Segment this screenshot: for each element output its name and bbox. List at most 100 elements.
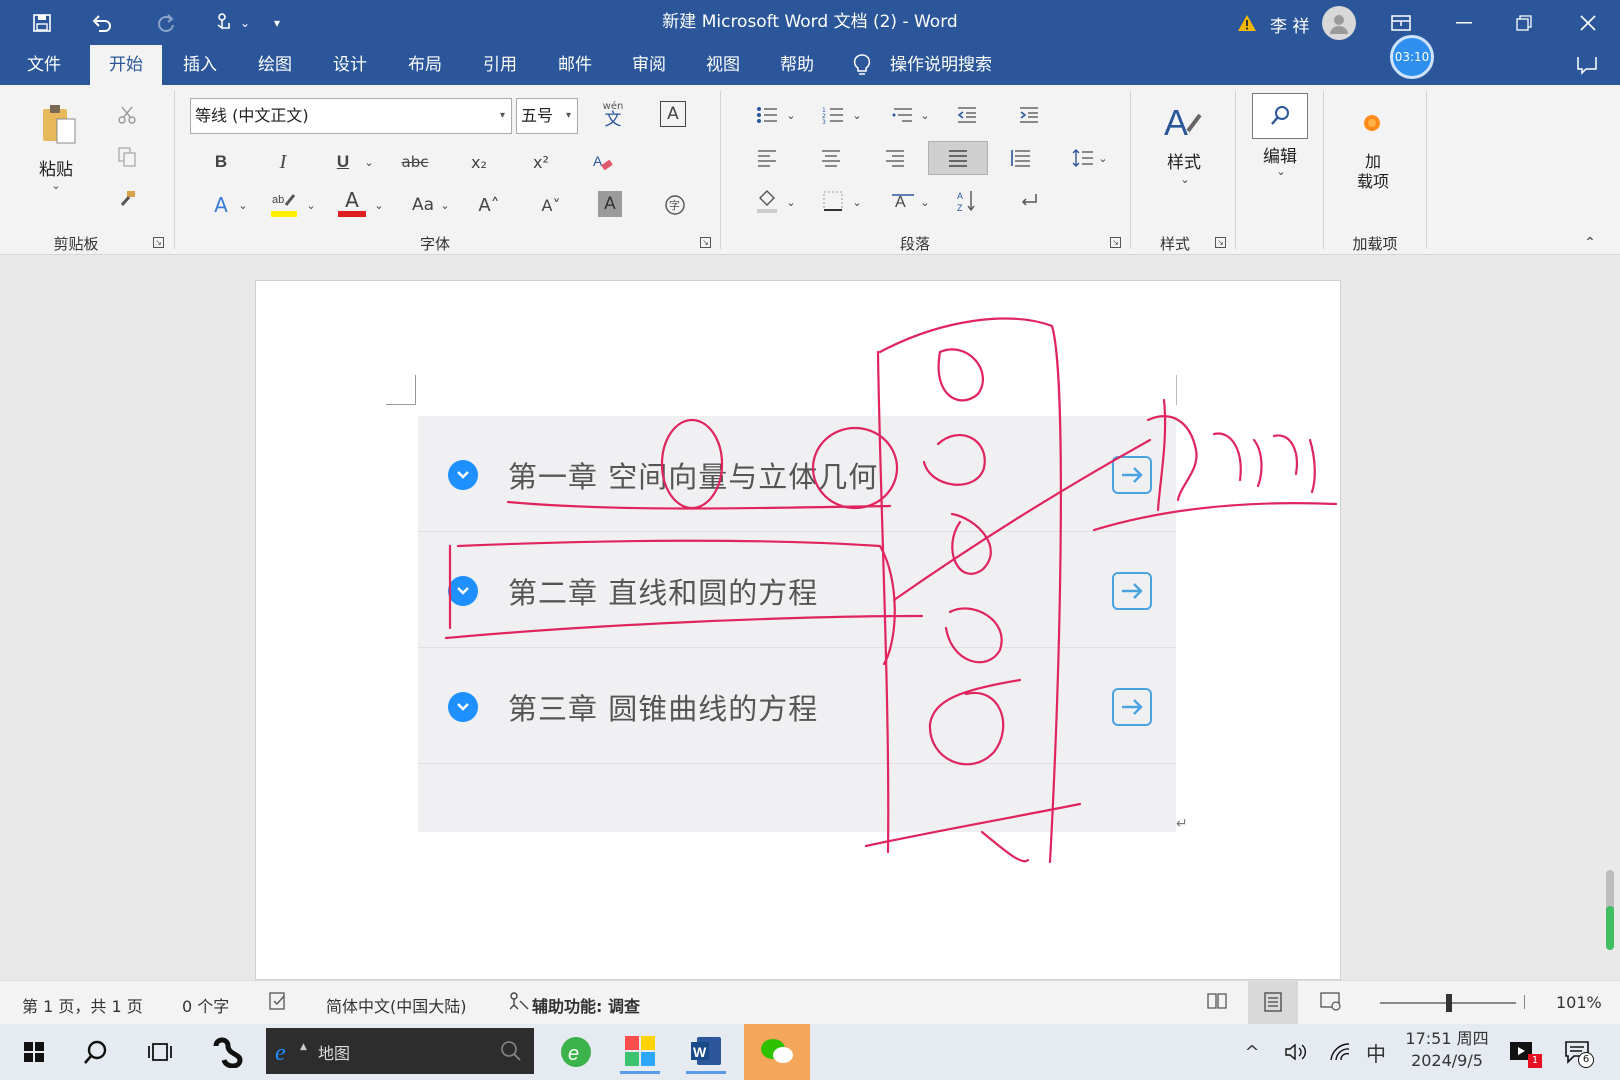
print-layout-button[interactable] (1248, 981, 1298, 1025)
multilevel-list-icon[interactable] (888, 101, 918, 129)
accessibility-status[interactable]: 辅助功能: 调查 (532, 993, 640, 1017)
tab-review[interactable]: 审阅 (614, 45, 684, 85)
app-s-icon[interactable] (208, 1030, 248, 1074)
tab-references[interactable]: 引用 (465, 45, 535, 85)
clock[interactable]: 17:51 周四 2024/9/5 (1402, 1028, 1492, 1072)
search-icon[interactable] (78, 1030, 114, 1074)
browser-search-text[interactable]: 地图 (318, 1040, 350, 1064)
notifications-icon[interactable]: 6 (1560, 1030, 1594, 1074)
chevron-down-icon[interactable]: ⌄ (236, 191, 250, 219)
align-right-icon[interactable] (880, 143, 910, 173)
grow-font-button[interactable]: A˄ (474, 189, 504, 221)
tab-design[interactable]: 设计 (315, 45, 385, 85)
chevron-down-icon[interactable]: ⌄ (304, 191, 318, 219)
tab-help[interactable]: 帮助 (762, 45, 832, 85)
web-layout-icon[interactable] (1320, 991, 1342, 1015)
close-icon[interactable] (1576, 8, 1600, 38)
comments-icon[interactable] (1576, 55, 1598, 79)
word-count[interactable]: 0 个字 (182, 993, 229, 1017)
task-view-icon[interactable] (142, 1030, 178, 1074)
warning-icon[interactable] (1236, 8, 1258, 38)
paragraph-launcher-icon[interactable]: ↘ (1110, 237, 1121, 248)
accessibility-icon[interactable] (508, 991, 530, 1015)
recording-timer[interactable]: 03:10 (1390, 35, 1434, 79)
video-app-icon[interactable]: 1 (1506, 1030, 1542, 1074)
tab-view[interactable]: 视图 (688, 45, 758, 85)
photos-app-icon[interactable] (620, 1030, 660, 1074)
zoom-slider-thumb[interactable] (1446, 994, 1452, 1012)
tell-me-search[interactable]: 操作说明搜索 (890, 45, 992, 85)
wifi-icon[interactable] (1326, 1030, 1354, 1074)
tab-home[interactable]: 开始 (90, 45, 162, 85)
chevron-down-icon[interactable]: ⌄ (1096, 145, 1110, 171)
ime-indicator[interactable]: 中 (1362, 1030, 1390, 1074)
font-name-combo[interactable]: 等线 (中文正文) ▾ (190, 98, 512, 134)
paste-label[interactable]: 粘贴 (36, 157, 76, 180)
tab-insert[interactable]: 插入 (165, 45, 235, 85)
zoom-level[interactable]: 101% (1556, 993, 1602, 1012)
undo-icon[interactable] (88, 8, 116, 38)
save-icon[interactable] (28, 8, 56, 38)
customize-qat-icon[interactable]: ▾ (270, 8, 284, 38)
scrollbar[interactable] (1606, 870, 1614, 950)
tab-file[interactable]: 文件 (10, 45, 78, 85)
avatar[interactable] (1322, 6, 1356, 40)
asian-layout-icon[interactable]: A (888, 185, 918, 217)
touch-mode-icon[interactable] (212, 8, 236, 38)
distributed-icon[interactable] (1006, 143, 1036, 173)
redo-icon[interactable] (152, 8, 180, 38)
justify-button[interactable] (928, 141, 988, 175)
tab-mailings[interactable]: 邮件 (540, 45, 610, 85)
ribbon-display-icon[interactable] (1388, 8, 1414, 38)
align-left-icon[interactable] (752, 143, 782, 173)
tab-layout[interactable]: 布局 (390, 45, 460, 85)
styles-label[interactable]: 样式 (1160, 149, 1208, 173)
styles-icon[interactable]: A (1160, 99, 1206, 145)
show-marks-icon[interactable] (1014, 185, 1044, 217)
decrease-indent-icon[interactable] (952, 101, 982, 129)
superscript-button[interactable]: x² (524, 145, 558, 179)
zoom-slider[interactable] (1380, 994, 1516, 1012)
chevron-down-icon[interactable]: ⌄ (784, 189, 798, 215)
paste-icon[interactable] (36, 101, 82, 149)
collapse-ribbon-icon[interactable]: ⌃ (1580, 235, 1600, 251)
chevron-down-icon[interactable]: ⌄ (372, 191, 386, 219)
styles-launcher-icon[interactable]: ↘ (1215, 237, 1226, 248)
increase-indent-icon[interactable] (1014, 101, 1044, 129)
word-app-icon[interactable]: W (686, 1030, 726, 1074)
chevron-down-icon[interactable]: ▾ (500, 99, 505, 133)
enclose-characters-icon[interactable]: 字 (660, 189, 690, 221)
cut-icon[interactable] (114, 103, 140, 127)
chevron-down-icon[interactable]: ▾ (566, 99, 571, 133)
tray-expand-icon[interactable]: ^ (1240, 1030, 1264, 1074)
highlight-icon[interactable]: ab (268, 187, 300, 221)
bullets-icon[interactable] (752, 101, 782, 129)
windows-start-icon[interactable] (16, 1030, 52, 1074)
lightbulb-icon[interactable] (852, 53, 876, 77)
phonetic-guide-button[interactable]: wén 文 (596, 97, 630, 133)
editing-button[interactable] (1252, 93, 1308, 139)
proofing-icon[interactable] (268, 991, 288, 1015)
copy-icon[interactable] (114, 145, 140, 169)
language-status[interactable]: 简体中文(中国大陆) (326, 993, 467, 1017)
addin-icon[interactable] (1360, 111, 1384, 135)
align-center-icon[interactable] (816, 143, 846, 173)
chevron-down-icon[interactable]: ⌄ (1178, 173, 1192, 186)
chevron-down-icon[interactable]: ⌄ (784, 103, 798, 127)
page-count[interactable]: 第 1 页，共 1 页 (22, 993, 143, 1017)
format-painter-icon[interactable] (114, 187, 140, 211)
font-launcher-icon[interactable]: ↘ (700, 237, 711, 248)
font-color-button[interactable]: A (336, 185, 368, 221)
shading-icon[interactable] (752, 185, 782, 217)
minimize-icon[interactable] (1452, 8, 1476, 38)
chevron-down-icon[interactable]: ⌄ (362, 147, 376, 177)
wechat-app-icon[interactable] (744, 1024, 810, 1080)
font-size-combo[interactable]: 五号 ▾ (516, 98, 578, 134)
chevron-down-icon[interactable]: ⌄ (918, 189, 932, 215)
chevron-down-icon[interactable]: ⌄ (918, 103, 932, 127)
character-border-icon[interactable]: A (660, 101, 686, 127)
strikethrough-button[interactable]: abc (398, 145, 432, 179)
addins-label-line1[interactable]: 加 (1350, 151, 1396, 171)
ie-icon[interactable]: e (274, 1038, 300, 1064)
subscript-button[interactable]: x₂ (462, 145, 496, 179)
